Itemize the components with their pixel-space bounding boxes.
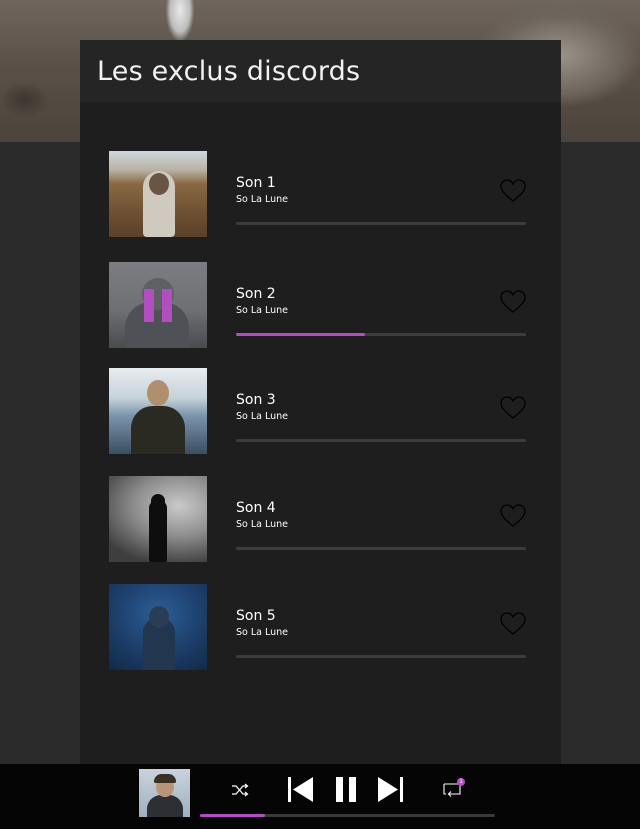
track-artist: So La Lune: [236, 627, 289, 638]
track-cover[interactable]: [109, 368, 207, 454]
track-artist: So La Lune: [236, 519, 289, 530]
track-item[interactable]: Son 4 So La Lune: [109, 476, 527, 562]
playlist-header: Les exclus discords: [80, 40, 561, 102]
track-item[interactable]: Son 2 So La Lune: [109, 262, 527, 348]
track-progress-bar[interactable]: [236, 439, 526, 442]
track-title: Son 2: [236, 286, 276, 302]
heart-icon[interactable]: [500, 612, 526, 636]
track-progress-bar[interactable]: [236, 547, 526, 550]
pause-icon[interactable]: [335, 776, 357, 803]
track-artist: So La Lune: [236, 194, 289, 205]
track-title: Son 1: [236, 175, 276, 191]
queue-count-badge: 1: [457, 778, 465, 786]
shuffle-icon[interactable]: [231, 782, 249, 798]
track-cover[interactable]: [109, 584, 207, 670]
track-artist: So La Lune: [236, 411, 289, 422]
track-progress-bar[interactable]: [236, 333, 526, 336]
heart-icon[interactable]: [500, 179, 526, 203]
track-artist: So La Lune: [236, 305, 289, 316]
player-bar: [0, 764, 640, 829]
track-item[interactable]: Son 3 So La Lune: [109, 368, 527, 454]
track-title: Son 3: [236, 392, 276, 408]
heart-icon[interactable]: [500, 396, 526, 420]
heart-icon[interactable]: [500, 504, 526, 528]
track-title: Son 4: [236, 500, 276, 516]
next-icon[interactable]: [377, 776, 404, 803]
track-item[interactable]: Son 1 So La Lune: [109, 151, 527, 237]
track-item[interactable]: Son 5 So La Lune: [109, 584, 527, 670]
track-cover[interactable]: [109, 476, 207, 562]
track-cover[interactable]: [109, 151, 207, 237]
track-cover[interactable]: [109, 262, 207, 348]
now-playing-cover[interactable]: [139, 769, 190, 817]
playlist-panel: Les exclus discords Son 1 So La Lune Son…: [80, 40, 561, 764]
previous-icon[interactable]: [287, 776, 314, 803]
playlist-title: Les exclus discords: [97, 55, 361, 87]
player-progress-bar[interactable]: [200, 814, 495, 817]
pause-icon[interactable]: [144, 289, 172, 322]
track-progress-bar[interactable]: [236, 222, 526, 225]
track-title: Son 5: [236, 608, 276, 624]
heart-icon[interactable]: [500, 290, 526, 314]
track-progress-bar[interactable]: [236, 655, 526, 658]
